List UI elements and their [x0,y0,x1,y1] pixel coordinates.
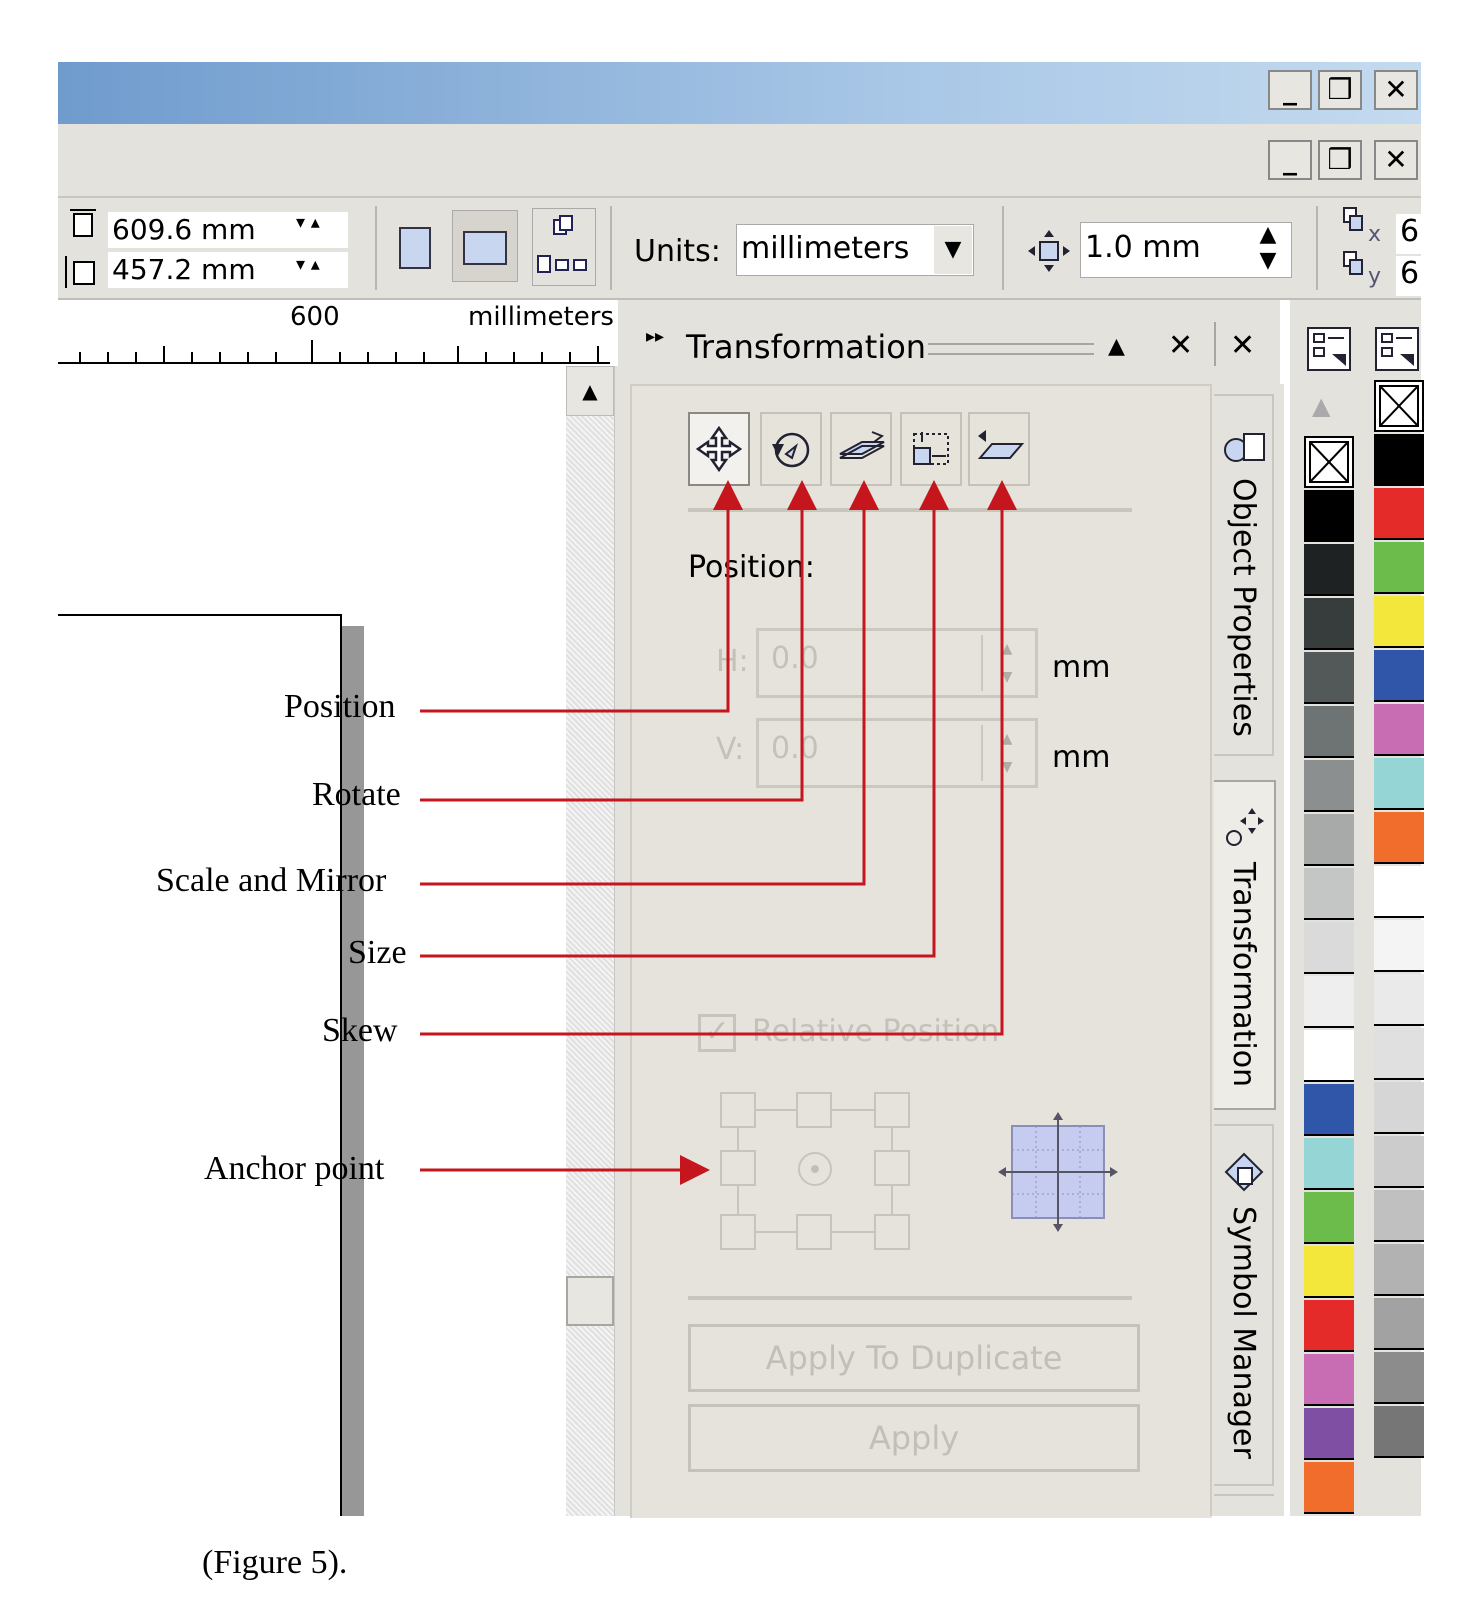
annotation-size: Size [348,934,407,971]
annotation-scale-and-mirror: Scale and Mirror [156,862,387,899]
annotation-rotate: Rotate [312,776,401,813]
annotation-skew: Skew [322,1012,398,1049]
position-arrow [420,480,743,713]
annotation-position: Position [284,688,396,725]
scale-mirror-arrow [420,480,879,886]
annotation-arrows [420,480,1017,1185]
rotate-arrow [420,480,817,802]
figure-caption: (Figure 5). [202,1544,348,1581]
annotation-anchor-point: Anchor point [204,1150,385,1187]
skew-arrow [420,480,1017,1036]
